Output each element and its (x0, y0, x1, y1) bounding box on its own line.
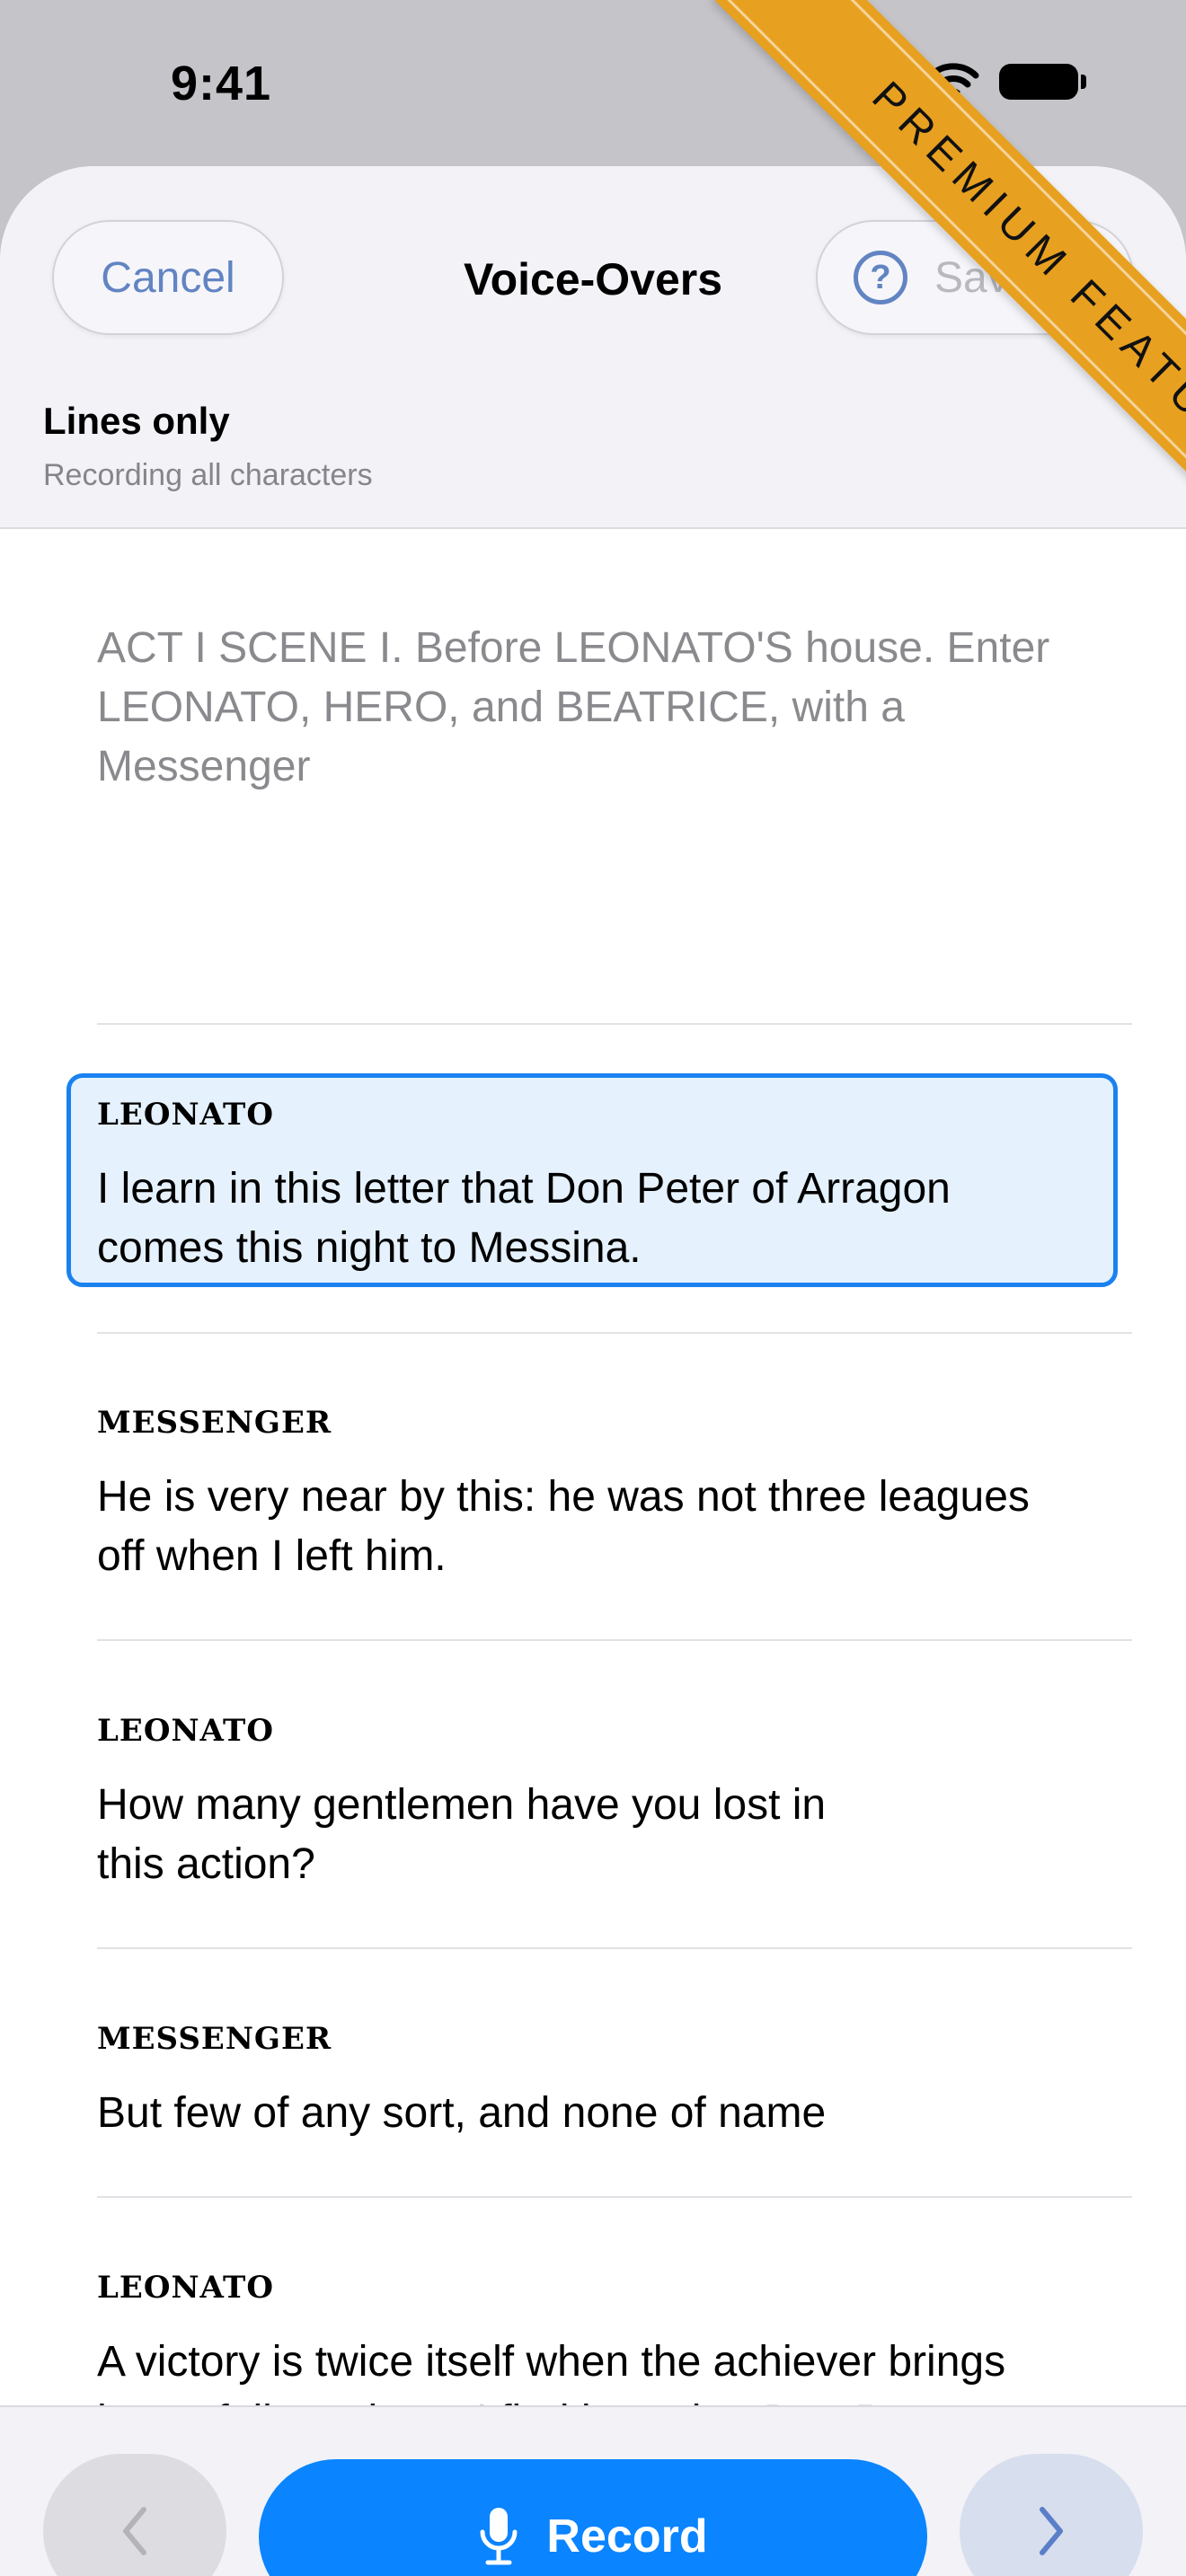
line-text: How many gentlemen have you lost in this… (97, 1781, 827, 1888)
bottom-toolbar: Record (0, 2405, 1186, 2576)
divider (97, 2196, 1132, 2198)
script-line[interactable]: MESSENGER But few of any sort, and none … (97, 2021, 1112, 2143)
save-button[interactable]: Save (934, 253, 1032, 303)
script-line[interactable]: LEONATO How many gentlemen have you lost… (97, 1713, 1112, 1894)
next-line-button[interactable] (960, 2454, 1143, 2576)
record-button[interactable]: Record (259, 2459, 927, 2576)
line-text: I learn in this letter that Don Peter of… (97, 1165, 951, 1272)
divider (97, 1947, 1132, 1949)
chevron-left-icon (123, 2507, 146, 2555)
divider (97, 1332, 1132, 1334)
battery-icon (999, 64, 1086, 100)
stage-direction[interactable]: ACT I SCENE I. Before LEONATO'S house. E… (97, 619, 1103, 797)
status-bar: 9:41 (0, 0, 1186, 171)
voice-overs-sheet: Cancel Voice-Overs ? Save Lines only Rec… (0, 166, 1186, 2576)
chevron-right-icon (1040, 2507, 1063, 2555)
help-icon[interactable]: ? (854, 251, 907, 304)
line-text: A victory is twice itself when the achie… (97, 2338, 1006, 2407)
previous-line-button[interactable] (43, 2454, 226, 2576)
help-save-group: ? Save (816, 220, 1134, 335)
script-list[interactable]: ACT I SCENE I. Before LEONATO'S house. E… (0, 527, 1186, 2407)
line-text: He is very near by this: he was not thre… (97, 1473, 1030, 1580)
script-line[interactable]: LEONATO I learn in this letter that Don … (97, 1097, 1112, 1278)
script-line[interactable]: LEONATO A victory is twice itself when t… (97, 2270, 1112, 2407)
mode-title[interactable]: Lines only (43, 400, 230, 443)
character-name: MESSENGER (97, 1405, 332, 1441)
status-icons (859, 63, 1086, 101)
record-label: Record (546, 2510, 708, 2563)
mode-subtitle: Recording all characters (43, 458, 373, 492)
nav-bar: Cancel Voice-Overs ? Save Lines only Rec… (0, 166, 1186, 525)
line-text: But few of any sort, and none of name (97, 2089, 827, 2137)
character-name: LEONATO (97, 1097, 274, 1133)
divider (97, 1023, 1132, 1025)
character-name: LEONATO (97, 2270, 274, 2306)
character-name: LEONATO (97, 1713, 274, 1749)
divider (97, 1639, 1132, 1641)
script-line[interactable]: MESSENGER He is very near by this: he wa… (97, 1405, 1112, 1586)
wifi-icon (927, 63, 979, 99)
status-time: 9:41 (171, 57, 272, 110)
character-name: MESSENGER (97, 2021, 332, 2057)
cellular-signal-icon (859, 64, 907, 100)
microphone-icon (480, 2508, 518, 2565)
